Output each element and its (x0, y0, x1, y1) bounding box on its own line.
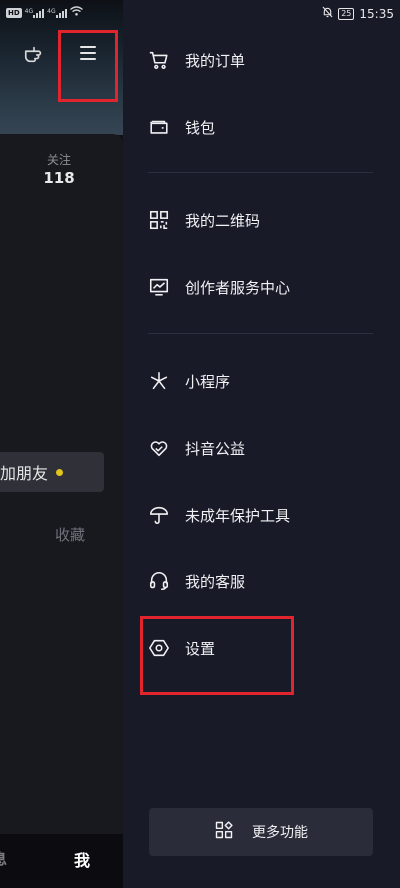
menu-item-mini-program[interactable]: 小程序 (148, 361, 388, 401)
heart-icon (148, 437, 170, 459)
more-features-label: 更多功能 (252, 825, 308, 841)
menu-item-orders[interactable]: 我的订单 (148, 40, 388, 80)
hand-pointer-icon[interactable] (20, 40, 48, 68)
menu-divider (148, 172, 373, 173)
follow-count[interactable]: 118 (30, 169, 88, 187)
follow-label: 关注 (46, 153, 71, 167)
menu-item-label: 我的二维码 (185, 211, 261, 230)
menu-item-wallet[interactable]: 钱包 (148, 107, 388, 147)
battery-icon: 25 (338, 7, 355, 20)
menu-item-minor-protection[interactable]: 未成年保护工具 (148, 495, 388, 535)
hamburger-icon (80, 46, 96, 64)
clock-time: 15:35 (359, 6, 394, 21)
more-features-button[interactable]: 更多功能 (149, 808, 373, 856)
settings-highlight-box (140, 616, 294, 695)
grid-apps-icon (214, 820, 234, 844)
menu-item-charity[interactable]: 抖音公益 (148, 428, 388, 468)
wifi-icon (69, 6, 83, 19)
menu-item-label: 我的客服 (185, 572, 246, 591)
add-friend-button[interactable]: 加朋友 (0, 452, 104, 492)
add-friend-label: 加朋友 (0, 464, 49, 483)
menu-divider (148, 333, 373, 334)
bottom-nav-me[interactable]: 我 (74, 847, 90, 871)
bottom-nav-bar (0, 834, 123, 888)
chart-monitor-icon (148, 276, 170, 298)
status-bar-right: 25 15:35 (322, 6, 394, 21)
menu-item-label: 钱包 (185, 118, 216, 137)
signal-icon-2: 4G (47, 8, 67, 18)
tab-favorites[interactable]: 收藏 (55, 524, 85, 545)
umbrella-icon (148, 504, 170, 526)
qrcode-icon (148, 209, 170, 231)
mute-bell-icon (322, 6, 333, 21)
menu-item-creator-center[interactable]: 创作者服务中心 (148, 267, 388, 307)
hd-badge: HD (6, 7, 22, 18)
wallet-icon (148, 116, 170, 138)
cart-icon (148, 49, 170, 71)
menu-item-label: 抖音公益 (185, 439, 246, 458)
menu-item-customer-service[interactable]: 我的客服 (148, 561, 388, 601)
signal-icon: 4G (25, 8, 45, 18)
menu-item-label: 小程序 (185, 372, 231, 391)
side-drawer-menu: 25 15:35 我的订单 钱包 我的二维码 创作者服务中心 小程序 抖音公益 … (123, 0, 400, 888)
profile-page-background: HD 4G 4G 关注 118 加朋友 收藏 息 我 (0, 0, 123, 888)
menu-item-label: 未成年保护工具 (185, 506, 291, 525)
mini-program-icon (148, 370, 170, 392)
headset-icon (148, 570, 170, 592)
menu-button[interactable] (58, 30, 118, 102)
notification-dot (56, 468, 64, 476)
menu-item-label: 我的订单 (185, 51, 246, 70)
bottom-nav-messages[interactable]: 息 (0, 848, 7, 869)
menu-item-qrcode[interactable]: 我的二维码 (148, 200, 388, 240)
status-bar-left: HD 4G 4G (6, 6, 83, 19)
menu-item-label: 创作者服务中心 (185, 278, 291, 297)
